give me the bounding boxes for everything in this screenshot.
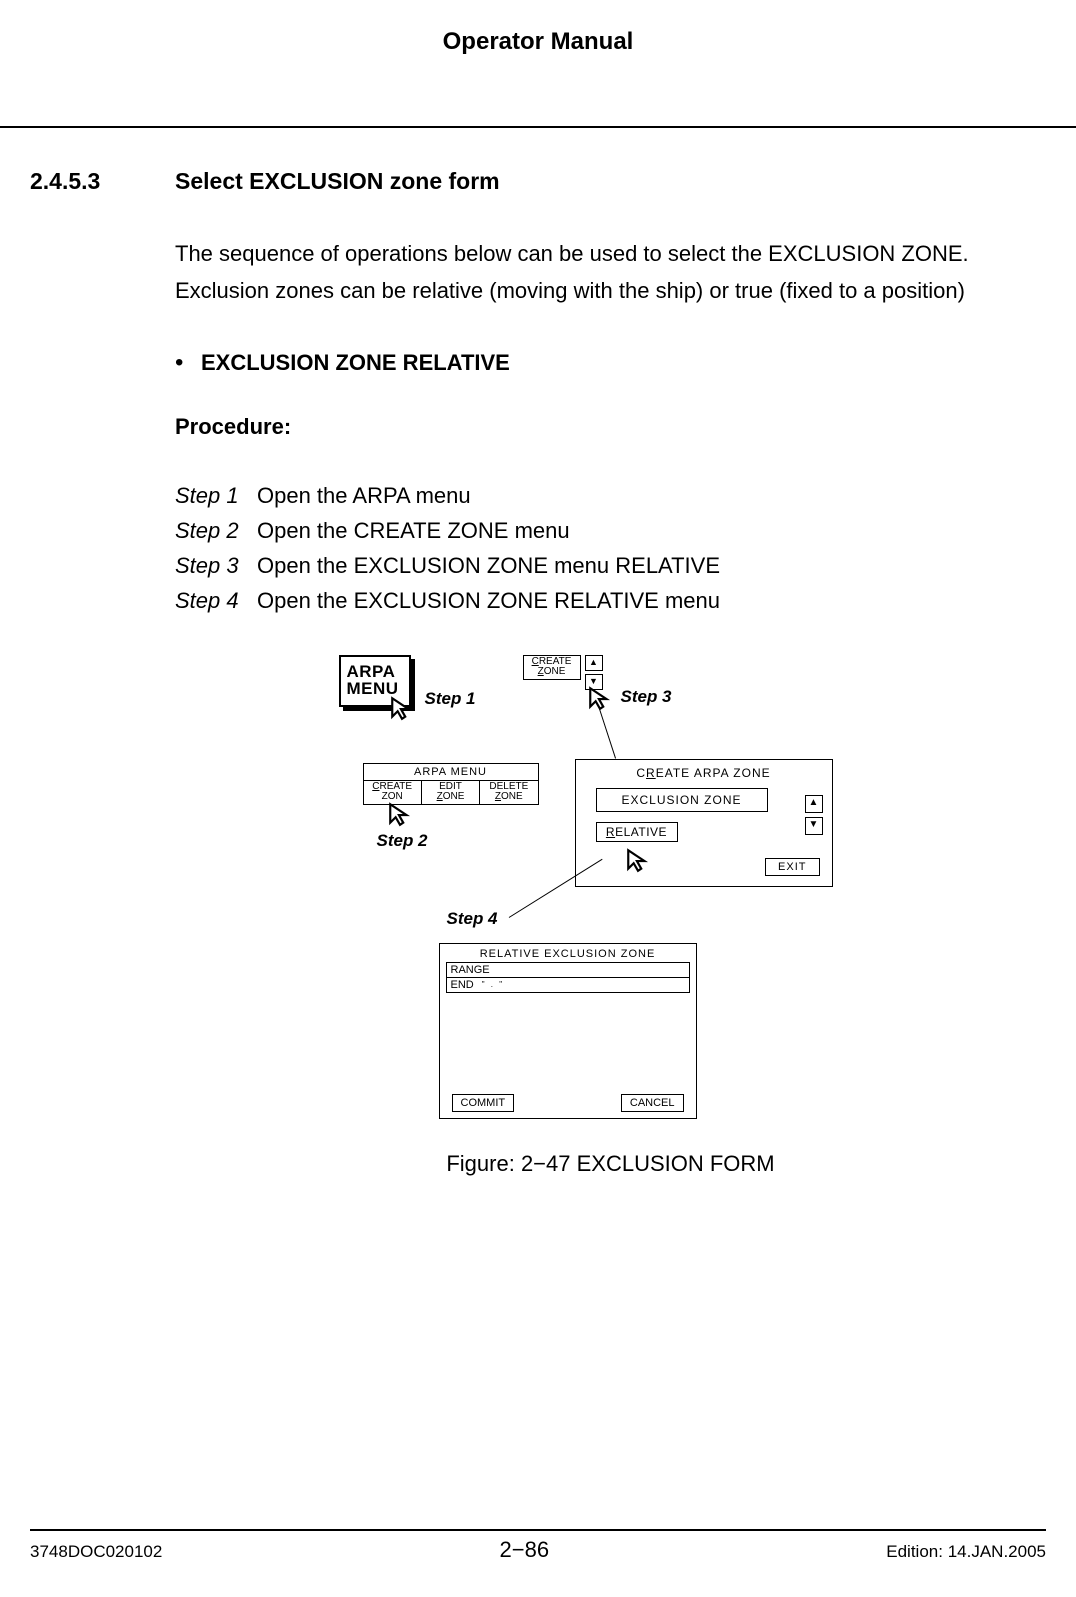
up-arrow-icon: ▲ — [805, 795, 823, 813]
steps-list: Step 1 Open the ARPA menu Step 2 Open th… — [175, 478, 1046, 619]
rez-title: RELATIVE EXCLUSION ZONE — [440, 944, 696, 962]
footer: 3748DOC020102 2−86 Edition: 14.JAN.2005 — [0, 1529, 1076, 1563]
delete-zone-cell: DELETEZONE — [480, 781, 537, 804]
arpa-menu-bar-title: ARPA MENU — [364, 764, 538, 781]
step1-label: Step 1 — [425, 689, 476, 709]
cancel-button: CANCEL — [621, 1094, 684, 1112]
relative-exclusion-zone-panel: RELATIVE EXCLUSION ZONE RANGE END " . " … — [439, 943, 697, 1119]
cursor-icon — [389, 695, 415, 721]
figure: ARPAMENU Step 1 CREATEZONE ▲ ▼ Step 3 — [331, 655, 891, 1125]
up-arrow-icon: ▲ — [585, 655, 603, 671]
step-text: Open the ARPA menu — [257, 478, 471, 513]
rez-end-value: " . " — [482, 980, 504, 989]
figure-caption: Figure: 2−47 EXCLUSION FORM — [175, 1151, 1046, 1177]
rez-end-label: END — [451, 979, 474, 991]
commit-button: COMMIT — [452, 1094, 515, 1112]
step-row: Step 3 Open the EXCLUSION ZONE menu RELA… — [175, 548, 1046, 583]
procedure-heading: Procedure: — [175, 414, 1046, 440]
section-title: Select EXCLUSION zone form — [175, 168, 500, 195]
step-label: Step 4 — [175, 583, 257, 618]
step-text: Open the CREATE ZONE menu — [257, 513, 570, 548]
footer-page-number: 2−86 — [500, 1537, 550, 1563]
footer-rule — [30, 1529, 1046, 1531]
cursor-icon — [587, 685, 613, 711]
page-title: Operator Manual — [0, 0, 1076, 56]
step-row: Step 2 Open the CREATE ZONE menu — [175, 513, 1046, 548]
step-label: Step 3 — [175, 548, 257, 583]
create-arpa-zone-panel: CREATE ARPA ZONE EXCLUSION ZONE RELATIVE… — [575, 759, 833, 887]
caz-relative: RELATIVE — [596, 822, 678, 842]
step-text: Open the EXCLUSION ZONE menu RELATIVE — [257, 548, 720, 583]
caz-updown: ▲ ▼ — [805, 795, 823, 839]
down-arrow-icon: ▼ — [805, 817, 823, 835]
rez-end-row: END " . " — [446, 978, 690, 993]
bullet-icon: • — [175, 351, 201, 375]
step4-label: Step 4 — [447, 909, 498, 929]
cursor-icon — [387, 801, 413, 827]
intro-paragraph: The sequence of operations below can be … — [175, 235, 1046, 310]
connector-line — [508, 858, 602, 917]
section-number: 2.4.5.3 — [30, 168, 175, 195]
step-row: Step 1 Open the ARPA menu — [175, 478, 1046, 513]
footer-doc-id: 3748DOC020102 — [30, 1542, 162, 1562]
step-text: Open the EXCLUSION ZONE RELATIVE menu — [257, 583, 720, 618]
arpa-menu-bar: ARPA MENU CREATEZON EDITZONE DELETEZONE — [363, 763, 539, 805]
edit-zone-cell: EDITZONE — [422, 781, 480, 804]
cursor-icon — [625, 847, 651, 873]
step-row: Step 4 Open the EXCLUSION ZONE RELATIVE … — [175, 583, 1046, 618]
connector-line — [599, 708, 616, 758]
create-zone-small: CREATEZONE — [523, 655, 581, 680]
step-label: Step 2 — [175, 513, 257, 548]
step3-label: Step 3 — [621, 687, 672, 707]
footer-edition: Edition: 14.JAN.2005 — [886, 1542, 1046, 1562]
step2-label: Step 2 — [377, 831, 428, 851]
caz-field: EXCLUSION ZONE — [596, 788, 768, 812]
caz-exit: EXIT — [765, 858, 819, 876]
caz-title: CREATE ARPA ZONE — [576, 760, 832, 780]
step-label: Step 1 — [175, 478, 257, 513]
rez-range-row: RANGE — [446, 962, 690, 978]
bullet-text: EXCLUSION ZONE RELATIVE — [201, 350, 510, 376]
